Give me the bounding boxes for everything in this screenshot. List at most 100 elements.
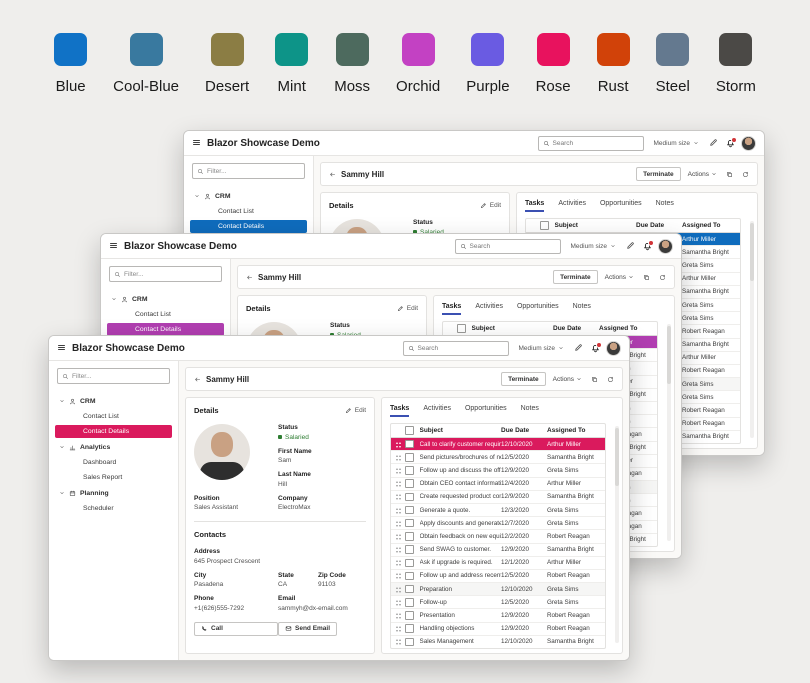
edit-button[interactable]: Edit: [345, 407, 366, 414]
swatch-color[interactable]: [597, 33, 630, 66]
tab-opportunities[interactable]: Opportunities: [465, 405, 507, 417]
hamburger-button[interactable]: [109, 237, 118, 255]
tab-activities[interactable]: Activities: [423, 405, 451, 417]
row-checkbox[interactable]: [405, 585, 414, 594]
copy-button[interactable]: [643, 268, 650, 286]
swatch-color[interactable]: [656, 33, 689, 66]
column-assigned-to[interactable]: Assigned To: [547, 427, 605, 434]
swatch-steel[interactable]: Steel: [656, 33, 690, 95]
filter-input[interactable]: Filter...: [192, 163, 305, 179]
drag-handle-icon[interactable]: [395, 480, 402, 487]
tab-tasks[interactable]: Tasks: [442, 303, 461, 315]
size-selector[interactable]: Medium size: [654, 140, 699, 147]
terminate-button[interactable]: Terminate: [553, 270, 598, 284]
search-input[interactable]: Search: [455, 239, 561, 254]
swatch-color[interactable]: [275, 33, 308, 66]
copy-button[interactable]: [591, 370, 598, 388]
drag-handle-icon[interactable]: [395, 599, 402, 606]
tab-notes[interactable]: Notes: [573, 303, 591, 315]
task-row[interactable]: Sales Management 12/10/2020 Samantha Bri…: [391, 636, 605, 648]
task-row[interactable]: Generate a quote. 12/3/2020 Greta Sims: [391, 504, 605, 517]
call-button[interactable]: Call: [194, 622, 278, 636]
sidebar-section-planning[interactable]: Planning: [49, 485, 178, 501]
user-avatar[interactable]: [658, 239, 673, 254]
row-checkbox[interactable]: [405, 598, 414, 607]
drag-handle-icon[interactable]: [395, 586, 402, 593]
notifications-button[interactable]: [726, 139, 735, 148]
sidebar-item-sales-report[interactable]: Sales Report: [55, 471, 172, 485]
actions-dropdown[interactable]: Actions: [553, 376, 582, 383]
sidebar-item-contact-details[interactable]: Contact Details: [190, 220, 307, 234]
task-row[interactable]: Call to clarify customer requirements. 1…: [391, 438, 605, 451]
swatch-color[interactable]: [719, 33, 752, 66]
size-selector[interactable]: Medium size: [519, 345, 564, 352]
drag-handle-icon[interactable]: [395, 520, 402, 527]
sidebar-section-crm[interactable]: CRM: [49, 393, 178, 409]
drag-handle-icon[interactable]: [395, 572, 402, 579]
actions-dropdown[interactable]: Actions: [605, 274, 634, 281]
task-row[interactable]: Ask if upgrade is required. 12/1/2020 Ar…: [391, 557, 605, 570]
swatch-cool-blue[interactable]: Cool-Blue: [113, 33, 179, 95]
row-checkbox[interactable]: [405, 466, 414, 475]
row-checkbox[interactable]: [405, 624, 414, 633]
task-row[interactable]: Send pictures/brochures of new products.…: [391, 451, 605, 464]
edit-button[interactable]: Edit: [397, 305, 418, 312]
theme-button[interactable]: [709, 134, 718, 152]
task-row[interactable]: Presentation 12/9/2020 Robert Reagan: [391, 609, 605, 622]
tab-notes[interactable]: Notes: [521, 405, 539, 417]
sidebar-item-scheduler[interactable]: Scheduler: [55, 502, 172, 516]
task-row[interactable]: Handling objections 12/9/2020 Robert Rea…: [391, 623, 605, 636]
tab-tasks[interactable]: Tasks: [390, 405, 409, 417]
swatch-color[interactable]: [471, 33, 504, 66]
row-checkbox[interactable]: [405, 545, 414, 554]
select-all-checkbox[interactable]: [457, 324, 466, 333]
swatch-color[interactable]: [402, 33, 435, 66]
grid-scrollbar[interactable]: [667, 324, 671, 541]
column-due-date[interactable]: Due Date: [501, 427, 547, 434]
swatch-rust[interactable]: Rust: [597, 33, 630, 95]
task-row[interactable]: Follow up and discuss the offer. 12/9/20…: [391, 464, 605, 477]
drag-handle-icon[interactable]: [395, 467, 402, 474]
drag-handle-icon[interactable]: [395, 559, 402, 566]
sidebar-item-contact-details[interactable]: Contact Details: [107, 323, 224, 337]
row-checkbox[interactable]: [405, 440, 414, 449]
hamburger-button[interactable]: [192, 134, 201, 152]
copy-button[interactable]: [726, 165, 733, 183]
refresh-button[interactable]: [607, 370, 614, 388]
sidebar-section-crm[interactable]: CRM: [184, 188, 313, 204]
back-button[interactable]: [194, 370, 201, 388]
notifications-button[interactable]: [643, 242, 652, 251]
user-avatar[interactable]: [606, 341, 621, 356]
column-subject[interactable]: Subject: [472, 325, 554, 332]
sidebar-item-dashboard[interactable]: Dashboard: [55, 456, 172, 470]
tab-notes[interactable]: Notes: [656, 200, 674, 212]
tab-tasks[interactable]: Tasks: [525, 200, 544, 212]
drag-handle-icon[interactable]: [395, 638, 402, 645]
select-all-checkbox[interactable]: [540, 221, 549, 230]
drag-handle-icon[interactable]: [395, 612, 402, 619]
swatch-color[interactable]: [537, 33, 570, 66]
notifications-button[interactable]: [591, 344, 600, 353]
filter-input[interactable]: Filter...: [109, 266, 222, 282]
swatch-desert[interactable]: Desert: [205, 33, 249, 95]
tab-opportunities[interactable]: Opportunities: [600, 200, 642, 212]
row-checkbox[interactable]: [405, 453, 414, 462]
task-row[interactable]: Create requested product comparison repo…: [391, 491, 605, 504]
drag-handle-icon[interactable]: [395, 454, 402, 461]
hamburger-button[interactable]: [57, 339, 66, 357]
swatch-color[interactable]: [54, 33, 87, 66]
row-checkbox[interactable]: [405, 493, 414, 502]
grid-scrollbar[interactable]: [750, 221, 754, 438]
drag-handle-icon[interactable]: [395, 546, 402, 553]
actions-dropdown[interactable]: Actions: [688, 171, 717, 178]
drag-handle-icon[interactable]: [395, 507, 402, 514]
drag-handle-icon[interactable]: [395, 493, 402, 500]
row-checkbox[interactable]: [405, 611, 414, 620]
theme-button[interactable]: [626, 237, 635, 255]
column-due-date[interactable]: Due Date: [553, 325, 599, 332]
row-checkbox[interactable]: [405, 479, 414, 488]
search-input[interactable]: Search: [403, 341, 509, 356]
column-subject[interactable]: Subject: [555, 222, 637, 229]
row-checkbox[interactable]: [405, 519, 414, 528]
task-row[interactable]: Follow-up 12/5/2020 Greta Sims: [391, 596, 605, 609]
